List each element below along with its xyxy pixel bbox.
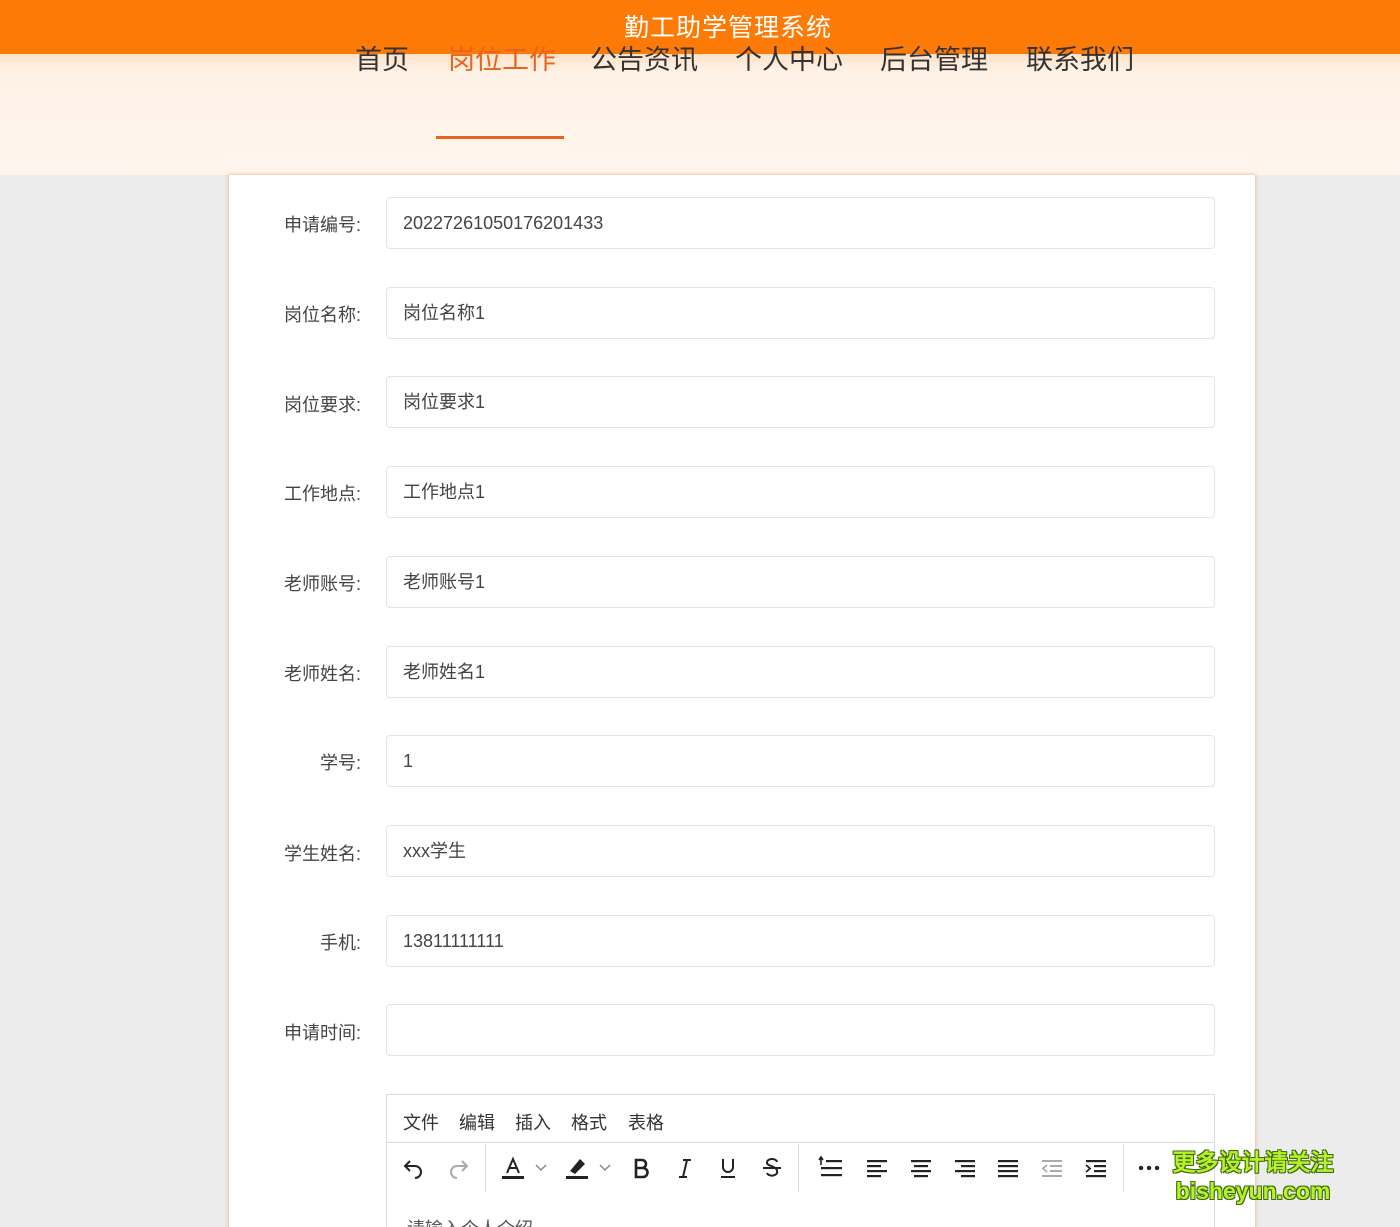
align-left-icon[interactable] <box>863 1154 891 1182</box>
nav-item-admin[interactable]: 后台管理 <box>880 42 988 84</box>
toolbar-separator <box>485 1144 486 1192</box>
top-header-bar: 勤工助学管理系统 <box>0 0 1400 54</box>
more-icon[interactable] <box>1135 1154 1163 1182</box>
work-location-field[interactable]: 工作地点1 <box>386 466 1215 518</box>
toolbar-separator <box>798 1144 799 1192</box>
field-label-apply-time: 申请时间: <box>283 1023 361 1043</box>
student-name-field[interactable]: xxx学生 <box>386 825 1215 877</box>
field-label-teacher-account: 老师账号: <box>283 574 361 594</box>
strikethrough-icon[interactable] <box>758 1154 786 1182</box>
nav-item-jobs[interactable]: 岗位工作 <box>448 42 556 84</box>
editor-menu-file[interactable]: 文件 <box>403 1109 439 1135</box>
student-id-field[interactable]: 1 <box>386 735 1215 787</box>
indent-icon[interactable] <box>1082 1154 1110 1182</box>
teacher-name-field[interactable]: 老师姓名1 <box>386 646 1215 698</box>
job-name-field[interactable]: 岗位名称1 <box>386 287 1215 339</box>
editor-menu-table[interactable]: 表格 <box>628 1109 664 1135</box>
field-label-application-no: 申请编号: <box>283 215 361 235</box>
underline-icon[interactable] <box>714 1154 742 1182</box>
field-label-work-location: 工作地点: <box>283 484 361 504</box>
italic-icon[interactable] <box>671 1154 699 1182</box>
align-center-icon[interactable] <box>907 1154 935 1182</box>
editor-menu-edit[interactable]: 编辑 <box>459 1109 495 1135</box>
field-label-teacher-name: 老师姓名: <box>283 664 361 684</box>
editor-toolbar <box>387 1144 1214 1192</box>
nav-active-indicator <box>436 136 564 139</box>
nav-item-home[interactable]: 首页 <box>355 42 409 84</box>
apply-time-field[interactable] <box>386 1004 1215 1056</box>
job-requirement-field[interactable]: 岗位要求1 <box>386 376 1215 428</box>
watermark: 更多设计请关注 bisheyun.com <box>1172 1148 1334 1206</box>
field-label-student-id: 学号: <box>319 753 361 773</box>
outdent-icon[interactable] <box>1038 1154 1066 1182</box>
chevron-down-icon[interactable] <box>532 1154 550 1182</box>
nav-item-news[interactable]: 公告资讯 <box>590 42 698 84</box>
align-right-icon[interactable] <box>951 1154 979 1182</box>
editor-placeholder: 请输入个人介绍 <box>407 1215 533 1227</box>
app-title: 勤工助学管理系统 <box>623 14 832 42</box>
nav-item-profile[interactable]: 个人中心 <box>735 42 843 84</box>
redo-icon[interactable] <box>445 1154 473 1182</box>
phone-field[interactable]: 13811111111 <box>386 915 1215 967</box>
editor-menubar: 文件 编辑 插入 格式 表格 <box>387 1095 1214 1143</box>
editor-menu-format[interactable]: 格式 <box>571 1109 607 1135</box>
editor-menu-insert[interactable]: 插入 <box>515 1109 551 1135</box>
field-label-student-name: 学生姓名: <box>283 844 361 864</box>
nav-item-contact[interactable]: 联系我们 <box>1026 42 1134 84</box>
field-label-phone: 手机: <box>319 933 361 953</box>
watermark-line2: bisheyun.com <box>1175 1178 1331 1204</box>
line-height-icon[interactable] <box>817 1154 845 1182</box>
application-no-field[interactable]: 20227261050176201433 <box>386 197 1215 249</box>
toolbar-separator <box>1123 1144 1124 1192</box>
bold-icon[interactable] <box>627 1154 655 1182</box>
text-color-icon[interactable] <box>499 1154 527 1182</box>
field-label-job-name: 岗位名称: <box>283 305 361 325</box>
teacher-account-field[interactable]: 老师账号1 <box>386 556 1215 608</box>
undo-icon[interactable] <box>399 1154 427 1182</box>
highlight-icon[interactable] <box>563 1154 591 1182</box>
rich-text-editor[interactable]: 文件 编辑 插入 格式 表格 <box>386 1094 1215 1227</box>
field-label-job-requirement: 岗位要求: <box>283 395 361 415</box>
chevron-down-icon[interactable] <box>596 1154 614 1182</box>
align-justify-icon[interactable] <box>994 1154 1022 1182</box>
watermark-line1: 更多设计请关注 <box>1172 1149 1334 1175</box>
main-nav <box>0 54 1400 175</box>
